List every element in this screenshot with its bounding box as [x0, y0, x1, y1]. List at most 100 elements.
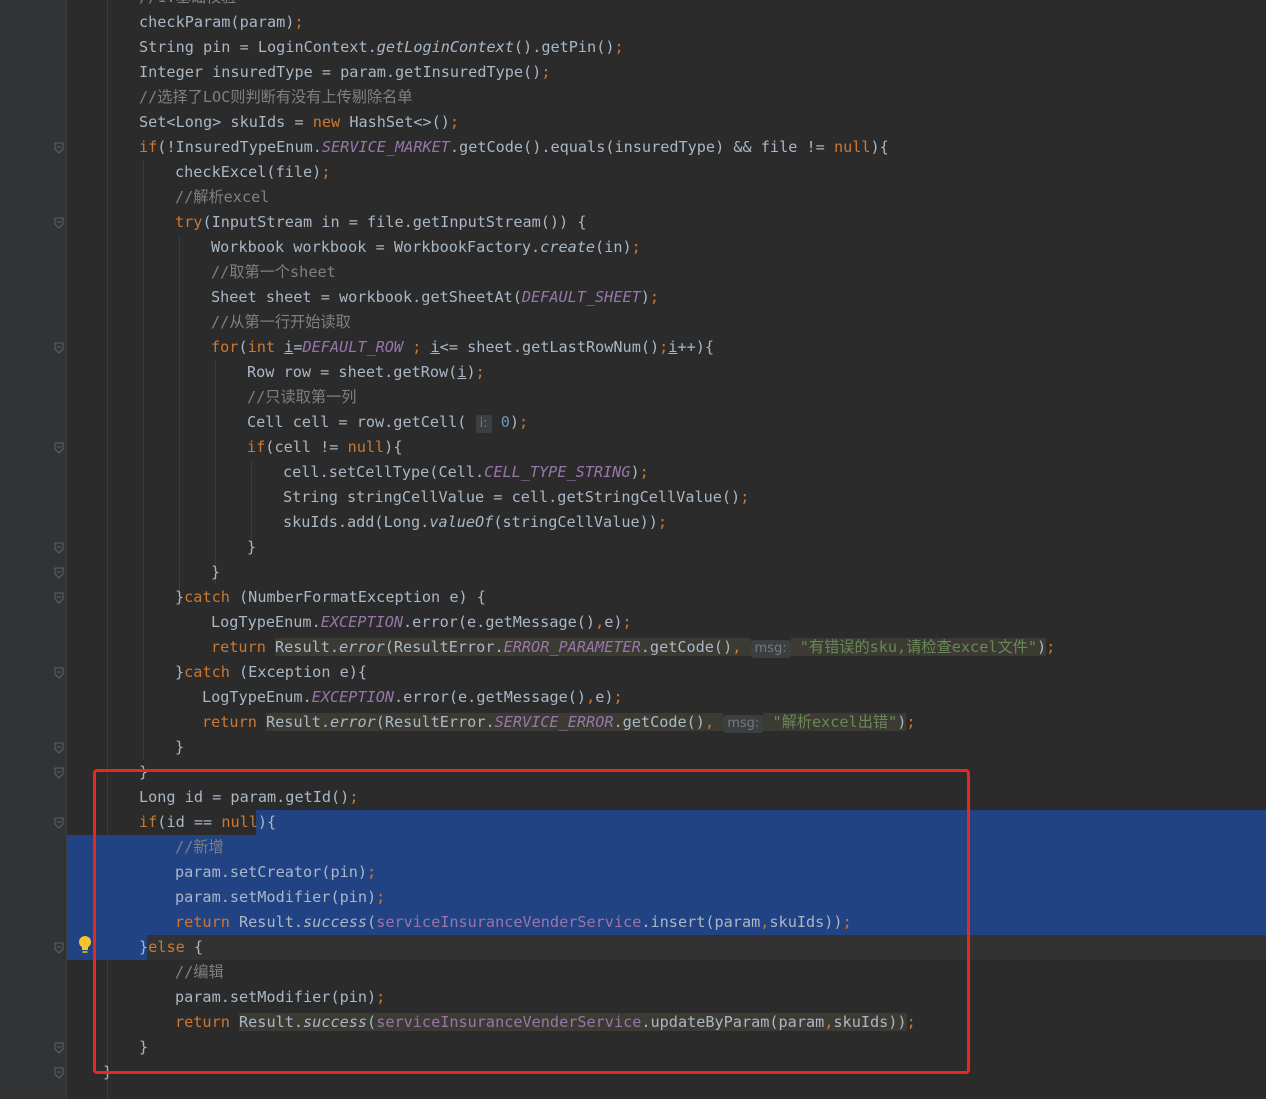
fold-marker-icon[interactable]: [53, 592, 65, 604]
fold-marker-icon[interactable]: [53, 542, 65, 554]
code-line[interactable]: Cell cell = row.getCell( i: 0);: [67, 410, 528, 435]
highlight-annotation-box: [93, 769, 970, 1074]
code-token: skuIds.add(Long.: [283, 513, 430, 531]
fold-marker-icon[interactable]: [53, 217, 65, 229]
code-line[interactable]: }catch (Exception e){: [67, 660, 367, 685]
code-token: (: [238, 338, 248, 356]
code-token: ): [466, 363, 476, 381]
code-line[interactable]: for(int i=DEFAULT_ROW ; i<= sheet.getLas…: [67, 335, 714, 360]
code-token: HashSet<>(): [349, 113, 450, 131]
code-line[interactable]: try(InputStream in = file.getInputStream…: [67, 210, 586, 235]
code-line[interactable]: //取第一个sheet: [67, 260, 336, 285]
code-line[interactable]: return Result.error(ResultError.SERVICE_…: [67, 710, 916, 735]
code-token: 0: [491, 413, 510, 431]
code-line[interactable]: Row row = sheet.getRow(i);: [67, 360, 485, 385]
code-line[interactable]: LogTypeEnum.EXCEPTION.error(e.getMessage…: [67, 610, 632, 635]
code-line[interactable]: checkExcel(file);: [67, 160, 330, 185]
code-token: ;: [631, 238, 641, 256]
code-token: try: [175, 213, 203, 231]
code-line[interactable]: Workbook workbook = WorkbookFactory.crea…: [67, 235, 641, 260]
code-token: int: [247, 338, 285, 356]
code-line[interactable]: Set<Long> skuIds = new HashSet<>();: [67, 110, 459, 135]
code-token: ): [630, 463, 640, 481]
code-line[interactable]: Integer insuredType = param.getInsuredTy…: [67, 60, 550, 85]
code-line[interactable]: cell.setCellType(Cell.CELL_TYPE_STRING);: [67, 460, 649, 485]
code-token: //取第一个sheet: [211, 263, 336, 281]
code-token: (stringCellValue)): [493, 513, 658, 531]
code-token: EXCEPTION: [320, 613, 404, 631]
code-token: //1.基础校验: [139, 0, 236, 6]
code-token: new: [312, 113, 350, 131]
code-token: ){: [384, 438, 403, 456]
code-token: .error(e.getMessage(): [403, 613, 596, 631]
code-line[interactable]: }: [67, 735, 184, 760]
code-token: ;: [657, 513, 668, 531]
code-line[interactable]: String pin = LoginContext.getLoginContex…: [67, 35, 624, 60]
code-token: catch: [184, 663, 240, 681]
code-token: ;: [449, 113, 460, 131]
fold-marker-icon[interactable]: [53, 767, 65, 779]
code-token: .getCode().equals(insuredType) && file !…: [449, 138, 834, 156]
code-token: ++){: [677, 338, 715, 356]
code-token: }: [211, 563, 221, 581]
code-line[interactable]: String stringCellValue = cell.getStringC…: [67, 485, 749, 510]
code-token: getLoginContext: [376, 38, 514, 56]
code-token: Sheet sheet = workbook.getSheetAt(: [211, 288, 522, 306]
fold-marker-icon[interactable]: [53, 667, 65, 679]
code-token: ERROR_PARAMETER: [503, 638, 641, 656]
code-line[interactable]: }: [67, 560, 220, 585]
code-line[interactable]: checkParam(param);: [67, 10, 304, 35]
code-token: valueOf: [429, 513, 494, 531]
parameter-hint: msg:: [723, 715, 764, 733]
code-token: Cell cell = row.getCell(: [247, 413, 476, 431]
code-token: //解析excel: [175, 188, 270, 206]
code-token: null: [347, 438, 385, 456]
fold-marker-icon[interactable]: [53, 1067, 65, 1079]
code-token: ,: [586, 688, 596, 706]
code-token: ): [509, 413, 520, 431]
code-token: Row row = sheet.getRow(: [247, 363, 458, 381]
code-token: ;: [321, 163, 331, 181]
code-token: //从第一行开始读取: [211, 313, 351, 331]
code-line[interactable]: //解析excel: [67, 185, 269, 210]
code-token: ;: [614, 38, 624, 56]
code-token: LogTypeEnum.: [211, 613, 321, 631]
code-token: ;: [622, 613, 632, 631]
code-line[interactable]: //选择了LOC则判断有没有上传剔除名单: [67, 85, 413, 110]
code-token: ;: [475, 363, 485, 381]
code-token: error: [339, 638, 385, 656]
code-line[interactable]: }: [67, 535, 256, 560]
lightbulb-icon[interactable]: [77, 935, 93, 955]
code-line[interactable]: //只读取第一列: [67, 385, 356, 410]
code-line[interactable]: LogTypeEnum.EXCEPTION.error(e.getMessage…: [67, 685, 623, 710]
code-line[interactable]: if(cell != null){: [67, 435, 402, 460]
code-token: DEFAULT_SHEET: [521, 288, 641, 306]
fold-marker-icon[interactable]: [53, 742, 65, 754]
code-token: create: [540, 238, 596, 256]
code-line[interactable]: if(!InsuredTypeEnum.SERVICE_MARKET.getCo…: [67, 135, 889, 160]
code-token: checkParam(param): [139, 13, 295, 31]
code-line[interactable]: //1.基础校验: [67, 0, 236, 10]
code-token: Result.: [266, 713, 331, 731]
fold-marker-icon[interactable]: [53, 342, 65, 354]
code-token: null: [833, 138, 871, 156]
code-line[interactable]: return Result.error(ResultError.ERROR_PA…: [67, 635, 1055, 660]
code-token: DEFAULT_ROW: [302, 338, 413, 356]
fold-marker-icon[interactable]: [53, 142, 65, 154]
code-line[interactable]: skuIds.add(Long.valueOf(stringCellValue)…: [67, 510, 667, 535]
fold-marker-icon[interactable]: [53, 942, 65, 954]
code-token: //只读取第一列: [247, 388, 357, 406]
code-token: error: [330, 713, 376, 731]
code-token: ): [897, 713, 907, 731]
code-token: SERVICE_MARKET: [321, 138, 450, 156]
code-token: Result.: [275, 638, 340, 656]
fold-marker-icon[interactable]: [53, 567, 65, 579]
fold-marker-icon[interactable]: [53, 817, 65, 829]
code-line[interactable]: }catch (NumberFormatException e) {: [67, 585, 486, 610]
code-token: Set<Long> skuIds =: [139, 113, 313, 131]
fold-marker-icon[interactable]: [53, 1042, 65, 1054]
fold-marker-icon[interactable]: [53, 442, 65, 454]
code-token: i: [284, 338, 294, 356]
code-line[interactable]: //从第一行开始读取: [67, 310, 351, 335]
code-line[interactable]: Sheet sheet = workbook.getSheetAt(DEFAUL…: [67, 285, 659, 310]
